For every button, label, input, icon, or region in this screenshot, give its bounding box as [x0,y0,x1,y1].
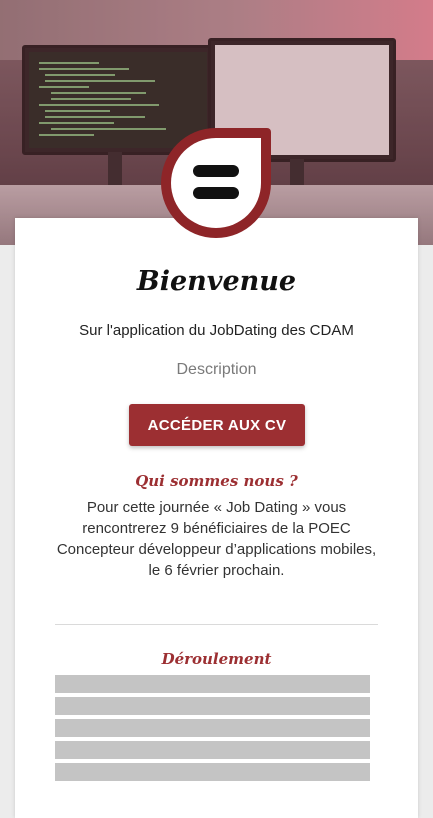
about-title: Qui sommes nous ? [135,472,298,490]
schedule-title: Déroulement [161,650,272,668]
welcome-subtitle: Sur l'application du JobDating des CDAM [79,322,354,339]
content-card: Bienvenue Sur l'application du JobDating… [15,218,418,818]
section-divider [55,624,378,625]
equals-logo-icon [161,128,271,238]
schedule-placeholder-row [55,675,370,693]
schedule-placeholder-row [55,763,370,781]
access-cv-button[interactable]: ACCÉDER AUX CV [129,404,305,446]
description-text: Description [176,361,257,378]
about-text: Pour cette journée « Job Dating » vous r… [56,499,377,579]
schedule-placeholder-row [55,719,370,737]
schedule-placeholder-row [55,741,370,759]
page-title: Bienvenue [136,266,297,297]
schedule-placeholder-row [55,697,370,715]
